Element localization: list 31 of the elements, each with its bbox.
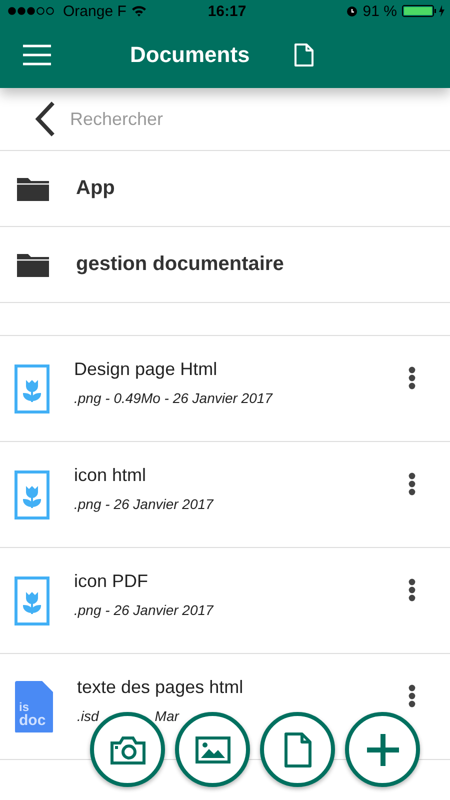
screen-title: Documents bbox=[130, 42, 250, 68]
folder-icon bbox=[16, 252, 50, 278]
camera-icon bbox=[110, 734, 146, 764]
file-details: .isd bbox=[77, 708, 99, 724]
image-file-icon bbox=[14, 364, 50, 414]
file-details: .png - 0.49Mo - 26 Janvier 2017 bbox=[74, 390, 272, 406]
clock-time: 16:17 bbox=[208, 2, 246, 20]
file-button[interactable] bbox=[260, 712, 335, 787]
document-file-icon: is doc bbox=[15, 680, 53, 732]
file-details: .png - 26 Janvier 2017 bbox=[74, 496, 214, 512]
file-icon bbox=[284, 732, 312, 768]
image-file-icon bbox=[14, 576, 50, 626]
folder-item[interactable]: App bbox=[0, 151, 450, 227]
image-file-icon bbox=[14, 470, 50, 520]
carrier-name: Orange F bbox=[63, 2, 126, 20]
add-button[interactable] bbox=[345, 712, 420, 787]
file-details: .png - 26 Janvier 2017 bbox=[74, 602, 214, 618]
file-name: icon html bbox=[74, 465, 148, 486]
folder-item[interactable]: gestion documentaire bbox=[0, 227, 450, 303]
battery-percentage: 91 % bbox=[362, 2, 397, 20]
plus-icon bbox=[364, 732, 400, 768]
file-name: Design page Html bbox=[74, 359, 218, 380]
wifi-icon bbox=[131, 5, 148, 17]
battery-icon bbox=[402, 4, 446, 18]
file-name: icon PDF bbox=[74, 571, 150, 592]
back-button[interactable] bbox=[34, 101, 56, 137]
image-icon bbox=[194, 736, 230, 764]
file-name: texte des pages html bbox=[77, 677, 244, 698]
folder-icon bbox=[16, 176, 50, 202]
alarm-icon bbox=[346, 5, 358, 17]
file-details: Mar bbox=[154, 708, 179, 724]
